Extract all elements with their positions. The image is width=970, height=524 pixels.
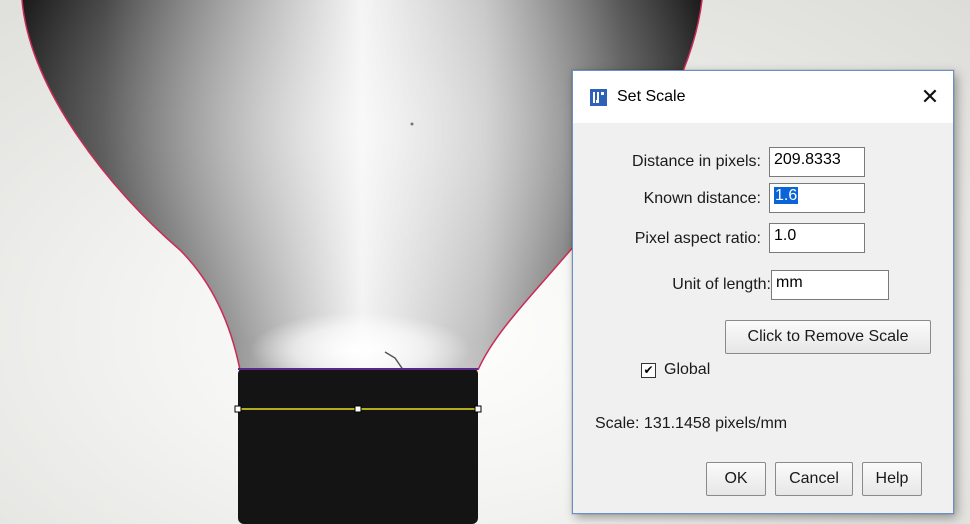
aspect-ratio-field[interactable]: 1.0	[769, 223, 865, 253]
distance-pixels-label: Distance in pixels:	[632, 153, 761, 170]
global-checkbox-row[interactable]: ✔ Global	[641, 361, 710, 379]
global-label: Global	[664, 361, 711, 378]
distance-pixels-field[interactable]: 209.8333	[769, 147, 865, 177]
close-button[interactable]: ✕	[907, 71, 953, 123]
measurement-handle-right[interactable]	[474, 405, 482, 413]
unit-field[interactable]: mm	[771, 270, 889, 300]
ok-button[interactable]: OK	[706, 462, 766, 496]
cancel-button[interactable]: Cancel	[775, 462, 853, 496]
help-button[interactable]: Help	[862, 462, 922, 496]
aspect-ratio-label: Pixel aspect ratio:	[634, 230, 761, 247]
dialog-title: Set Scale	[617, 88, 686, 105]
scale-readout: Scale: 131.1458 pixels/mm	[595, 415, 788, 432]
stem	[238, 368, 478, 524]
measurement-handle-left[interactable]	[234, 405, 242, 413]
remove-scale-button[interactable]: Click to Remove Scale	[725, 320, 931, 354]
global-checkbox[interactable]: ✔	[641, 362, 656, 378]
measurement-handle-center[interactable]	[354, 405, 362, 413]
set-scale-dialog: Set Scale ✕ Distance in pixels: 209.8333…	[572, 70, 954, 514]
close-icon: ✕	[920, 84, 940, 109]
checkmark-icon: ✔	[643, 363, 654, 377]
dust-speck	[410, 122, 414, 126]
imagej-icon	[590, 89, 607, 106]
unit-label: Unit of length:	[672, 276, 771, 293]
dialog-titlebar[interactable]: Set Scale ✕	[573, 71, 953, 123]
known-distance-label: Known distance:	[643, 190, 761, 207]
known-distance-field[interactable]: 1.6	[769, 183, 865, 213]
